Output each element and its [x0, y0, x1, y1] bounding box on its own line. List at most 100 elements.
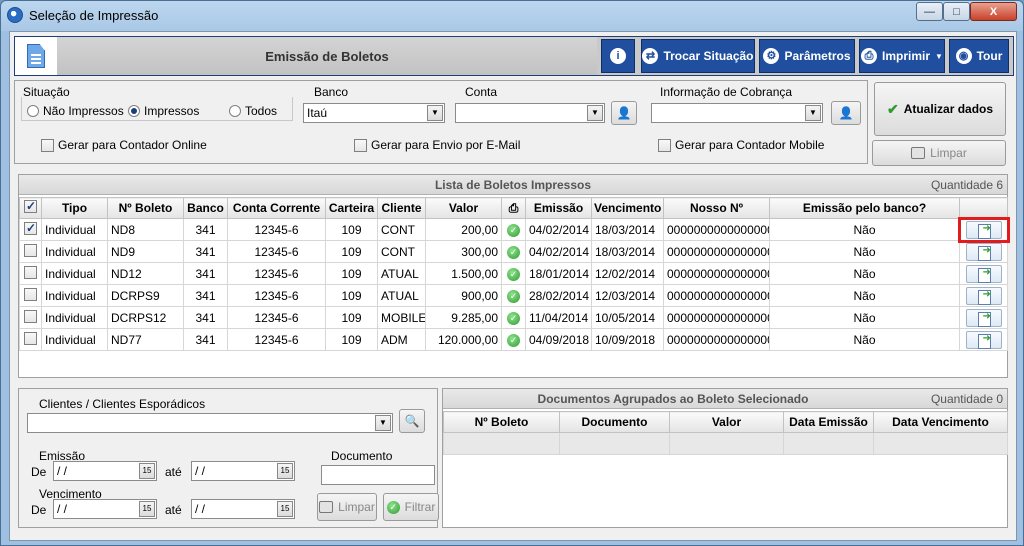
conta-select[interactable]: ▼ [455, 103, 605, 123]
nao-impressos-label[interactable]: Não Impressos [43, 104, 124, 118]
cell-tipo: Individual [41, 328, 108, 351]
envio-email-checkbox[interactable] [354, 139, 367, 152]
atualizar-label: Atualizar dados [903, 102, 994, 116]
conta-search-button[interactable]: 👤 [611, 101, 637, 125]
doc-header-row: Nº Boleto Documento Valor Data Emissão D… [443, 411, 1008, 433]
col-valor[interactable]: Valor [425, 197, 502, 219]
clientes-select[interactable]: ▼ [27, 413, 393, 433]
cell-vencimento: 10/09/2018 [591, 328, 664, 351]
export-doc-icon[interactable] [965, 242, 1002, 261]
export-doc-icon[interactable] [965, 286, 1002, 305]
cell-cliente: CONT [377, 240, 426, 263]
col-conta[interactable]: Conta Corrente [227, 197, 326, 219]
calendar-icon[interactable]: 15 [139, 463, 155, 479]
eraser-icon [319, 501, 334, 513]
row-checkbox[interactable] [24, 287, 37, 301]
col-vencimento[interactable]: Vencimento [591, 197, 664, 219]
parametros-label: Parâmetros [784, 49, 851, 63]
grid-quantity: Quantidade 6 [930, 178, 1003, 192]
envio-email-label[interactable]: Gerar para Envio por E-Mail [371, 138, 520, 152]
chevron-down-icon[interactable]: ▼ [375, 415, 391, 431]
doc-col-vencimento[interactable]: Data Vencimento [873, 411, 1008, 433]
doc-col-boleto[interactable]: Nº Boleto [443, 411, 560, 433]
info-button[interactable]: i [601, 39, 635, 73]
row-checkbox[interactable] [24, 331, 37, 345]
cell-boleto: ND8 [107, 218, 184, 241]
todos-radio[interactable] [229, 105, 241, 117]
export-doc-icon[interactable] [965, 330, 1002, 349]
limpar-bottom-button[interactable]: Limpar [317, 493, 377, 521]
cell-nosso: 0000000000000000 [663, 218, 770, 241]
printed-check-icon: ✓ [507, 224, 520, 237]
row-checkbox[interactable] [24, 265, 37, 279]
maximize-button[interactable]: □ [943, 2, 970, 21]
col-carteira[interactable]: Carteira [325, 197, 378, 219]
col-banco[interactable]: Banco [183, 197, 228, 219]
vencimento-de-input[interactable]: / / 15 [53, 499, 157, 519]
select-all-header[interactable] [19, 197, 42, 219]
filtrar-button[interactable]: ✓ Filtrar [383, 493, 439, 521]
doc-col-documento[interactable]: Documento [559, 411, 670, 433]
clientes-search-button[interactable]: 🔍 [399, 409, 425, 433]
col-cliente[interactable]: Cliente [377, 197, 426, 219]
search-icon: 🔍 [404, 414, 420, 428]
form-body: Emissão de Boletos i ⇄ Trocar Situação ⚙ P… [9, 31, 1017, 541]
calendar-icon[interactable]: 15 [277, 501, 293, 517]
calendar-icon[interactable]: 15 [139, 501, 155, 517]
atualizar-dados-button[interactable]: ✔ Atualizar dados [874, 82, 1006, 136]
table-row[interactable]: Individual ND8 341 12345-6 109 CONT 200,… [19, 216, 1010, 243]
cell-emissao-banco: Não [769, 328, 960, 351]
minimize-button[interactable]: — [916, 2, 943, 21]
contador-online-label[interactable]: Gerar para Contador Online [58, 138, 207, 152]
table-row[interactable]: Individual ND12 341 12345-6 109 ATUAL 1.… [19, 262, 1008, 285]
row-checkbox[interactable] [24, 221, 37, 235]
vencimento-ate-input[interactable]: / / 15 [191, 499, 295, 519]
row-checkbox[interactable] [24, 309, 37, 323]
calendar-icon[interactable]: 15 [277, 463, 293, 479]
table-row[interactable]: Individual DCRPS12 341 12345-6 109 MOBIL… [19, 306, 1008, 329]
todos-label[interactable]: Todos [245, 104, 277, 118]
info-cobranca-search-button[interactable]: 👤 [831, 101, 861, 125]
col-tipo[interactable]: Tipo [41, 197, 108, 219]
parametros-button[interactable]: ⚙ Parâmetros [759, 39, 855, 73]
cell-nosso: 0000000000000000 [663, 284, 770, 307]
close-button[interactable]: X [970, 2, 1017, 21]
imprimir-button[interactable]: ⎙ Imprimir ▼ [859, 39, 945, 73]
impressos-radio[interactable] [128, 105, 140, 117]
export-doc-icon[interactable] [965, 264, 1002, 283]
doc-col-valor[interactable]: Valor [669, 411, 784, 433]
trocar-situacao-button[interactable]: ⇄ Trocar Situação [641, 39, 755, 73]
documento-input[interactable] [321, 465, 435, 485]
select-all-checkbox[interactable] [24, 199, 37, 213]
doc-col-emissao[interactable]: Data Emissão [783, 411, 874, 433]
col-nosso[interactable]: Nosso Nº [663, 197, 770, 219]
emissao-ate-input[interactable]: / / 15 [191, 461, 295, 481]
app-logo-icon [7, 7, 23, 23]
export-doc-icon[interactable] [965, 308, 1002, 327]
table-row[interactable]: Individual ND9 341 12345-6 109 CONT 300,… [19, 240, 1008, 263]
chevron-down-icon[interactable]: ▼ [805, 105, 821, 121]
table-row[interactable]: Individual ND77 341 12345-6 109 ADM 120.… [19, 328, 1008, 351]
row-checkbox[interactable] [24, 243, 37, 257]
emissao-de-input[interactable]: / / 15 [53, 461, 157, 481]
cell-banco: 341 [183, 328, 228, 351]
contador-online-checkbox[interactable] [41, 139, 54, 152]
nao-impressos-radio[interactable] [27, 105, 39, 117]
col-print-status[interactable]: ⎙ [501, 197, 526, 219]
table-row[interactable]: Individual DCRPS9 341 12345-6 109 ATUAL … [19, 284, 1008, 307]
info-cobranca-select[interactable]: ▼ [651, 103, 823, 123]
col-emissao-banco[interactable]: Emissão pelo banco? [769, 197, 960, 219]
banco-select[interactable]: Itaú ▼ [303, 103, 445, 123]
chevron-down-icon[interactable]: ▼ [587, 105, 603, 121]
title-bar: Seleção de Impressão — □ X [1, 1, 1023, 29]
col-emissao[interactable]: Emissão [525, 197, 592, 219]
col-boleto[interactable]: Nº Boleto [107, 197, 184, 219]
contador-mobile-checkbox[interactable] [658, 139, 671, 152]
limpar-filtros-button[interactable]: Limpar [872, 140, 1006, 166]
export-doc-icon[interactable] [965, 220, 1002, 239]
chevron-down-icon[interactable]: ▼ [427, 105, 443, 121]
printed-check-icon: ✓ [507, 312, 520, 325]
tour-button[interactable]: ◉ Tour [949, 39, 1009, 73]
impressos-label[interactable]: Impressos [144, 104, 199, 118]
contador-mobile-label[interactable]: Gerar para Contador Mobile [675, 138, 824, 152]
